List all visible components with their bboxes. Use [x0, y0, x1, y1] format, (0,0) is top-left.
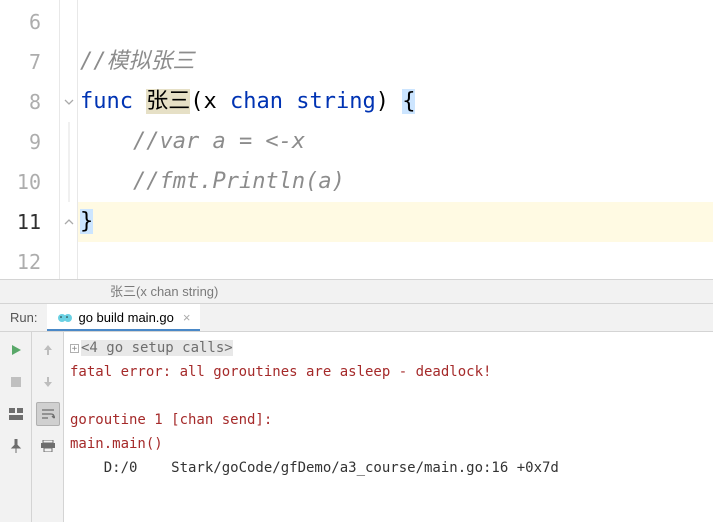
comment-text: //var a = <-x — [133, 129, 305, 154]
stop-button[interactable] — [4, 370, 28, 394]
console-output[interactable]: +<4 go setup calls> fatal error: all gor… — [64, 332, 713, 522]
run-header: Run: go build main.go × — [0, 304, 713, 332]
code-line[interactable]: //模拟张三 — [78, 42, 713, 82]
brace: } — [80, 209, 93, 234]
soft-wrap-button[interactable] — [36, 402, 60, 426]
code-line[interactable]: //fmt.Println(a) — [78, 162, 713, 202]
console-blank — [70, 384, 707, 408]
breadcrumb[interactable]: 张三(x chan string) — [0, 280, 713, 304]
layout-button[interactable] — [4, 402, 28, 426]
fold-none — [60, 42, 77, 82]
go-file-icon — [57, 311, 73, 325]
console-stack-line: D:/0 Stark/goCode/gfDemo/a3_course/main.… — [70, 456, 707, 480]
fold-start[interactable] — [60, 82, 77, 122]
line-number: 7 — [0, 42, 59, 82]
fold-gutter — [60, 0, 78, 279]
run-panel-label: Run: — [0, 310, 47, 325]
console-setup-text: <4 go setup calls> — [81, 340, 233, 356]
code-line[interactable] — [78, 242, 713, 279]
scroll-up-button[interactable] — [36, 338, 60, 362]
line-number-current: 11 — [0, 202, 59, 242]
print-button[interactable] — [36, 434, 60, 458]
console-line: main.main() — [70, 432, 707, 456]
fold-end[interactable] — [60, 202, 77, 242]
console-line: goroutine 1 [chan send]: — [70, 408, 707, 432]
fold-mid — [60, 122, 77, 162]
line-number: 10 — [0, 162, 59, 202]
line-number: 12 — [0, 242, 59, 280]
paren: ( — [190, 89, 203, 114]
line-number: 8 — [0, 82, 59, 122]
keyword: chan — [230, 89, 283, 114]
expand-icon[interactable]: + — [70, 344, 79, 353]
console-line: +<4 go setup calls> — [70, 336, 707, 360]
paren: ) — [376, 89, 389, 114]
line-number: 9 — [0, 122, 59, 162]
run-tab-title: go build main.go — [78, 310, 173, 325]
fold-none — [60, 2, 77, 42]
code-line[interactable]: func 张三(x chan string) { — [78, 82, 713, 122]
code-editor: 6 7 8 9 10 11 12 ▶ 13 //模拟张三 — [0, 0, 713, 280]
fold-mid — [60, 162, 77, 202]
run-body: +<4 go setup calls> fatal error: all gor… — [0, 332, 713, 522]
run-toolbar-secondary — [32, 332, 64, 522]
rerun-button[interactable] — [4, 338, 28, 362]
console-error-line: fatal error: all goroutines are asleep -… — [70, 360, 707, 384]
pin-button[interactable] — [4, 434, 28, 458]
code-content[interactable]: //模拟张三 func 张三(x chan string) { //var a … — [78, 0, 713, 279]
run-toolbar-primary — [0, 332, 32, 522]
run-panel: Run: go build main.go × — [0, 304, 713, 522]
close-icon[interactable]: × — [183, 310, 191, 325]
param-name: x — [204, 89, 217, 114]
brace: { — [402, 89, 415, 114]
code-line[interactable]: //var a = <-x — [78, 122, 713, 162]
scroll-down-button[interactable] — [36, 370, 60, 394]
fold-none — [60, 242, 77, 280]
breadcrumb-text: 张三(x chan string) — [110, 284, 218, 299]
code-line-current[interactable]: } — [78, 202, 713, 242]
code-line[interactable] — [78, 2, 713, 42]
function-name: 张三 — [146, 89, 190, 114]
comment-text: //模拟张三 — [80, 49, 195, 74]
type: string — [296, 89, 375, 114]
line-number: 6 — [0, 2, 59, 42]
keyword: func — [80, 89, 133, 114]
run-tab[interactable]: go build main.go × — [47, 304, 200, 331]
line-number-gutter: 6 7 8 9 10 11 12 ▶ 13 — [0, 0, 60, 279]
comment-text: //fmt.Println(a) — [133, 169, 345, 194]
